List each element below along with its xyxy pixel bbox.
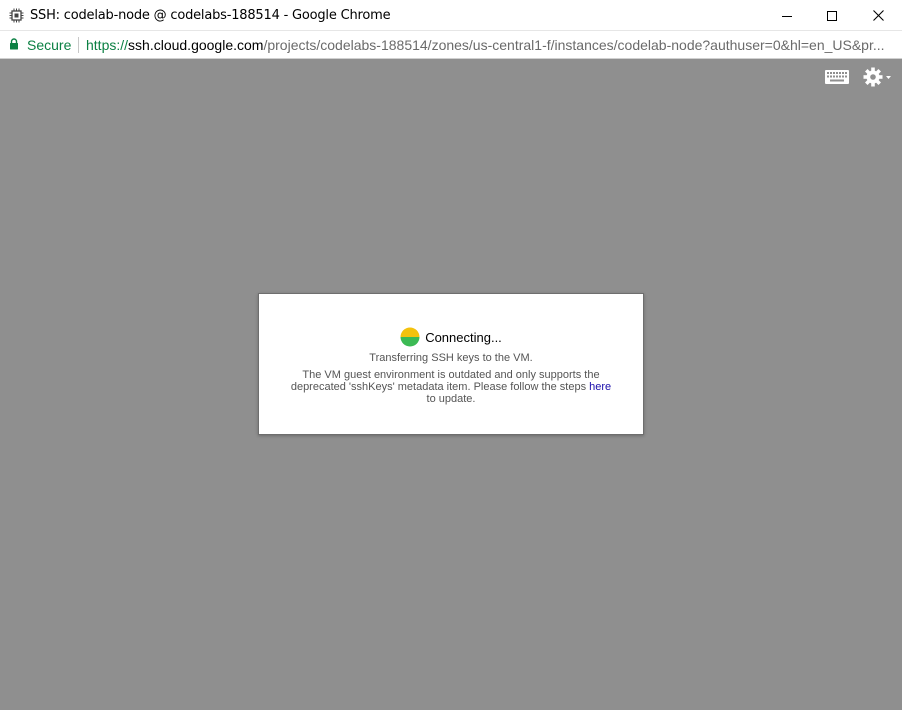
spinner-icon — [400, 327, 420, 347]
url-text[interactable]: https://ssh.cloud.google.com/projects/co… — [86, 37, 896, 53]
ssh-terminal-area[interactable]: Connecting... Transferring SSH keys to t… — [0, 59, 902, 710]
minimize-icon — [782, 15, 792, 17]
warning-message: The VM guest environment is outdated and… — [289, 369, 613, 405]
warning-suffix: to update. — [426, 393, 476, 405]
url-host: ssh.cloud.google.com — [128, 37, 264, 53]
address-bar[interactable]: Secure https://ssh.cloud.google.com/proj… — [0, 31, 902, 59]
status-text: Connecting... — [425, 329, 502, 345]
maximize-button[interactable] — [809, 0, 855, 31]
window-titlebar: SSH: codelab-node @ codelabs-188514 - Go… — [0, 0, 902, 31]
maximize-icon — [827, 10, 837, 21]
close-icon — [872, 10, 884, 21]
window-title: SSH: codelab-node @ codelabs-188514 - Go… — [30, 8, 391, 23]
close-button[interactable] — [855, 0, 901, 31]
status-row: Connecting... — [259, 327, 643, 347]
secure-label[interactable]: Secure — [27, 37, 71, 53]
gear-icon[interactable] — [862, 66, 892, 88]
update-link[interactable]: here — [589, 381, 611, 393]
keyboard-icon[interactable] — [825, 70, 849, 84]
chip-icon — [9, 8, 24, 23]
url-scheme: https:// — [86, 37, 129, 53]
substatus-text: Transferring SSH keys to the VM. — [369, 352, 533, 364]
minimize-button[interactable] — [764, 0, 810, 31]
address-divider — [78, 37, 79, 53]
connecting-dialog: Connecting... Transferring SSH keys to t… — [258, 293, 644, 435]
lock-icon — [10, 38, 18, 50]
warning-text: The VM guest environment is outdated and… — [290, 369, 600, 393]
url-path: /projects/codelabs-188514/zones/us-centr… — [263, 37, 885, 53]
